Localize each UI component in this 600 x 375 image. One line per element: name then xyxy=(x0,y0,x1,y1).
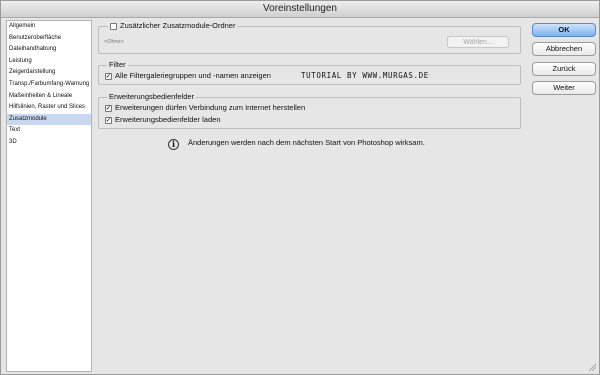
sidebar-item-plugins[interactable]: Zusatzmodule xyxy=(7,113,91,126)
sidebar-item-performance[interactable]: Leistung xyxy=(7,56,91,68)
sidebar-item-interface[interactable]: Benutzeroberfläche xyxy=(7,33,91,45)
load-extension-panels-label: Erweiterungsbedienfelder laden xyxy=(115,115,221,124)
info-icon: i xyxy=(168,139,179,150)
show-all-filters-row[interactable]: ✓ Alle Filtergaleriegruppen und -namen a… xyxy=(105,71,271,81)
preferences-window: Voreinstellungen Allgemein Benutzeroberf… xyxy=(0,0,600,375)
resize-grip-icon[interactable] xyxy=(588,363,596,371)
plugins-folder-path: <Ohne> xyxy=(104,39,124,45)
additional-plugins-folder-label: Zusätzlicher Zusatzmodule-Ordner xyxy=(120,21,236,30)
sidebar-item-transparency-gamut[interactable]: Transp./Farbumfang-Warnung xyxy=(7,79,91,91)
show-all-filters-checkbox[interactable]: ✓ xyxy=(105,72,112,80)
sidebar-item-file-handling[interactable]: Dateihandhabung xyxy=(7,44,91,56)
watermark-text: TUTORIAL BY WWW.MURGAS.DE xyxy=(301,71,429,80)
additional-plugins-folder-checkbox[interactable] xyxy=(110,22,117,30)
sidebar-item-cursors[interactable]: Zeigerdarstellung xyxy=(7,67,91,79)
show-all-filters-label: Alle Filtergaleriegruppen und -namen anz… xyxy=(115,71,271,80)
allow-internet-row[interactable]: ✓ Erweiterungen dürfen Verbindung zum In… xyxy=(105,103,305,113)
extension-panels-title: Erweiterungsbedienfelder xyxy=(107,92,197,101)
cancel-button[interactable]: Abbrechen xyxy=(532,42,596,56)
restart-info-text: Änderungen werden nach dem nächsten Star… xyxy=(188,138,425,147)
allow-internet-label: Erweiterungen dürfen Verbindung zum Inte… xyxy=(115,103,306,112)
additional-plugins-folder-checkbox-row[interactable]: Zusätzlicher Zusatzmodule-Ordner xyxy=(108,21,238,31)
back-button[interactable]: Zurück xyxy=(532,62,596,76)
next-button[interactable]: Weiter xyxy=(532,81,596,95)
load-extension-panels-row[interactable]: ✓ Erweiterungsbedienfelder laden xyxy=(105,115,221,125)
sidebar-item-3d[interactable]: 3D xyxy=(7,137,91,149)
load-extension-panels-checkbox[interactable]: ✓ xyxy=(105,116,112,124)
sidebar-item-type[interactable]: Text xyxy=(7,125,91,137)
preferences-sidebar[interactable]: Allgemein Benutzeroberfläche Dateihandha… xyxy=(6,20,92,372)
sidebar-item-general[interactable]: Allgemein xyxy=(7,21,91,33)
sidebar-item-units-rulers[interactable]: Maßeinheiten & Lineale xyxy=(7,91,91,103)
ok-button[interactable]: OK xyxy=(532,23,596,37)
allow-internet-checkbox[interactable]: ✓ xyxy=(105,104,112,112)
choose-folder-button[interactable]: Wählen... xyxy=(447,36,509,48)
window-title: Voreinstellungen xyxy=(1,1,599,18)
filter-group-title: Filter xyxy=(107,60,128,69)
sidebar-item-guides-grid-slices[interactable]: Hilfslinien, Raster und Slices xyxy=(7,102,91,114)
